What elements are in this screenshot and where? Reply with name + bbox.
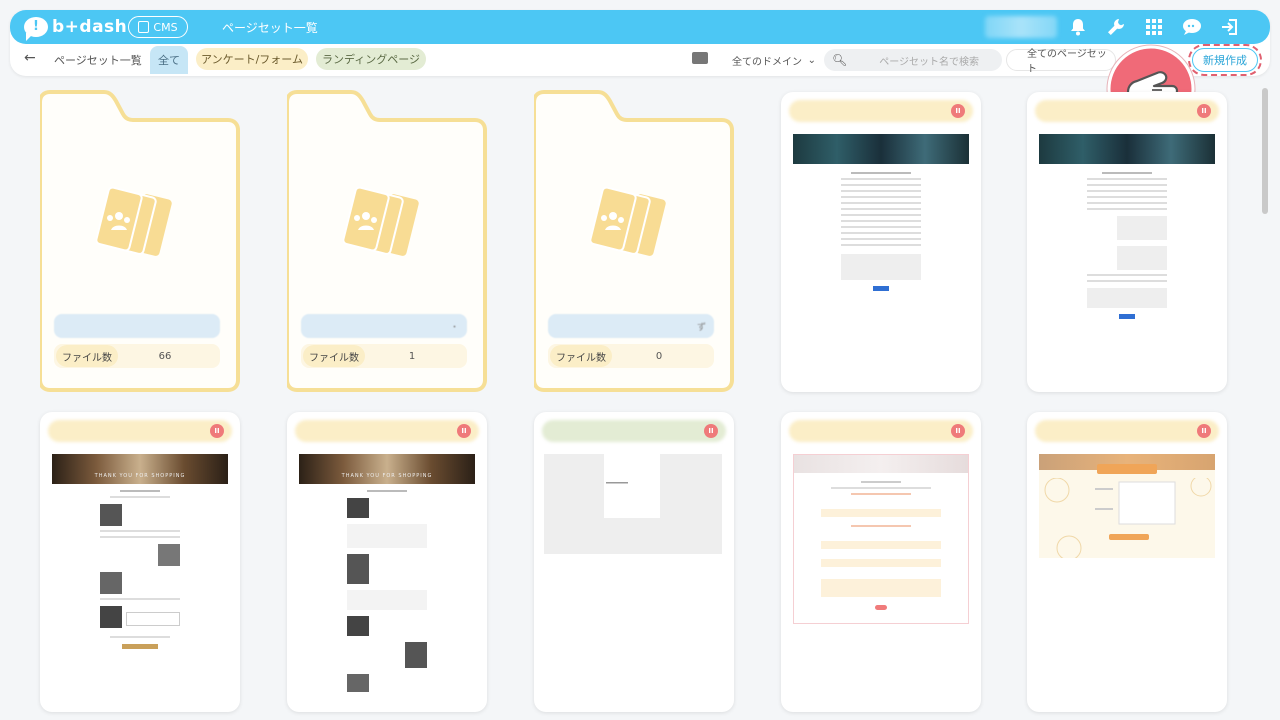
header-bar: ! b+dash CMS ページセット一覧 xyxy=(10,10,1270,44)
page-thumbnail: THANK YOU FOR SHOPPING xyxy=(50,454,230,704)
pause-icon[interactable]: II xyxy=(457,424,471,438)
file-count-label: ファイル数 xyxy=(56,345,118,367)
cms-button[interactable]: CMS xyxy=(128,16,188,38)
search-input[interactable]: 🔍︎ ページセット名で検索 xyxy=(824,49,1002,71)
bell-icon[interactable] xyxy=(1066,16,1090,38)
pause-icon[interactable]: II xyxy=(1197,424,1211,438)
pageset-select-value: 全てのページセット xyxy=(1027,49,1107,75)
user-name xyxy=(985,16,1057,38)
search-icon: 🔍︎ xyxy=(832,53,848,67)
schedule-table xyxy=(1044,478,1212,558)
pause-icon[interactable]: II xyxy=(704,424,718,438)
thumbnail-banner: THANK YOU FOR SHOPPING xyxy=(299,454,475,484)
thumbnail-banner xyxy=(793,134,969,164)
back-button[interactable]: ← xyxy=(24,50,36,66)
folder-card[interactable]: ・ ファイル数 1 xyxy=(287,90,487,392)
pageset-select[interactable]: 全てのページセット xyxy=(1006,49,1116,75)
card-title xyxy=(789,100,973,122)
tab-all[interactable]: 全て xyxy=(150,46,188,74)
pageset-card[interactable]: II xyxy=(781,412,981,712)
tab-form[interactable]: アンケート/フォーム xyxy=(196,48,308,70)
file-count-label: ファイル数 xyxy=(550,345,612,367)
logout-icon[interactable] xyxy=(1218,16,1242,38)
pause-icon[interactable]: II xyxy=(210,424,224,438)
card-title xyxy=(295,420,479,442)
grid-icon[interactable] xyxy=(1142,16,1166,38)
file-count-value: 0 xyxy=(655,350,663,362)
file-count-label: ファイル数 xyxy=(303,345,365,367)
page-title: ページセット一覧 xyxy=(222,21,318,35)
folder-name: ・ xyxy=(301,314,467,338)
file-count: ファイル数 66 xyxy=(54,344,220,368)
logo-mark: ! xyxy=(24,17,48,41)
scrollbar[interactable] xyxy=(1262,88,1268,214)
page-thumbnail xyxy=(791,454,971,704)
card-title xyxy=(48,420,232,442)
folder-group-icon xyxy=(343,186,419,256)
add-folder-icon[interactable] xyxy=(692,52,708,64)
file-count-value: 66 xyxy=(158,350,172,362)
domain-select-value: 全てのドメイン xyxy=(732,56,802,68)
card-title xyxy=(789,420,973,442)
card-title xyxy=(542,420,726,442)
logo-text: b+dash xyxy=(52,17,128,37)
folder-name xyxy=(54,314,220,338)
folder-group-icon xyxy=(590,186,666,256)
folder-group-icon xyxy=(96,186,172,256)
file-count: ファイル数 1 xyxy=(301,344,467,368)
card-title xyxy=(1035,100,1219,122)
page-thumbnail xyxy=(544,454,724,704)
breadcrumb: ページセット一覧 xyxy=(54,54,142,67)
thumbnail-banner: THANK YOU FOR SHOPPING xyxy=(52,454,228,484)
cms-label: CMS xyxy=(153,20,178,34)
page-thumbnail xyxy=(791,134,971,384)
pageset-card[interactable]: II THANK YOU FOR SHOPPING xyxy=(40,412,240,712)
page-thumbnail: THANK YOU FOR SHOPPING xyxy=(297,454,477,704)
page-thumbnail xyxy=(1037,454,1217,704)
chat-icon[interactable] xyxy=(1180,16,1204,38)
tab-landing-page[interactable]: ランディングページ xyxy=(316,48,426,70)
pageset-card[interactable]: II xyxy=(1027,92,1227,392)
folder-card[interactable]: ファイル数 66 xyxy=(40,90,240,392)
file-count: ファイル数 0 xyxy=(548,344,714,368)
pageset-card[interactable]: II xyxy=(781,92,981,392)
landing-thumbnail xyxy=(544,454,722,554)
search-placeholder: ページセット名で検索 xyxy=(879,56,980,68)
pageset-card[interactable]: II xyxy=(534,412,734,712)
pageset-card[interactable]: II xyxy=(1027,412,1227,712)
folder-card[interactable]: ず ファイル数 0 xyxy=(534,90,734,392)
edit-icon xyxy=(138,21,150,33)
pause-icon[interactable]: II xyxy=(951,424,965,438)
pause-icon[interactable]: II xyxy=(1197,104,1211,118)
wrench-icon[interactable] xyxy=(1104,16,1128,38)
header-actions xyxy=(1066,16,1242,38)
new-create-button[interactable]: 新規作成 xyxy=(1192,48,1258,72)
thumbnail-banner xyxy=(1039,134,1215,164)
page-thumbnail xyxy=(1037,134,1217,384)
file-count-value: 1 xyxy=(408,350,416,362)
pause-icon[interactable]: II xyxy=(951,104,965,118)
pageset-card[interactable]: II THANK YOU FOR SHOPPING xyxy=(287,412,487,712)
card-title xyxy=(1035,420,1219,442)
folder-name: ず xyxy=(548,314,714,338)
domain-select[interactable]: 全てのドメイン ⌄ xyxy=(718,50,820,70)
app-logo[interactable]: ! b+dash xyxy=(24,16,128,41)
chevron-down-icon: ⌄ xyxy=(807,54,816,66)
